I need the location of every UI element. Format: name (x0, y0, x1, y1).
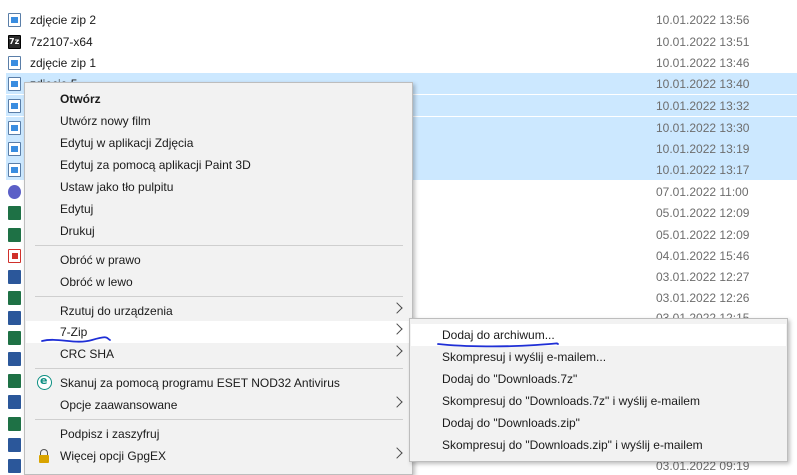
menu-item-label: Opcje zaawansowane (60, 398, 178, 412)
menu-item-label: Edytuj za pomocą aplikacji Paint 3D (60, 158, 251, 172)
menu-item-open[interactable]: Otwórz (26, 88, 411, 110)
menu-item-label: Rzutuj do urządzenia (60, 304, 173, 318)
menu-separator (35, 296, 403, 297)
file-date: 10.01.2022 13:56 (656, 13, 750, 27)
chevron-right-icon (391, 302, 403, 314)
submenu-item-label: Skompresuj do "Downloads.zip" i wyślij e… (442, 438, 703, 452)
menu-separator (35, 245, 403, 246)
menu-item-cast[interactable]: Rzutuj do urządzenia (26, 300, 411, 322)
file-date: 10.01.2022 13:32 (656, 99, 750, 113)
menu-item-sign-encrypt[interactable]: Podpisz i zaszyfruj (26, 423, 411, 445)
file-date: 05.01.2022 12:09 (656, 228, 750, 242)
menu-separator (35, 419, 403, 420)
menu-item-label: Obróć w lewo (60, 275, 133, 289)
menu-separator (35, 368, 403, 369)
submenu-item-add-zip[interactable]: Dodaj do "Downloads.zip" (411, 412, 786, 434)
submenu-item-compress-email[interactable]: Skompresuj i wyślij e-mailem... (411, 346, 786, 368)
menu-item-crc-sha[interactable]: CRC SHA (26, 343, 411, 365)
excel-file-icon (8, 331, 21, 345)
file-row[interactable]: zdjęcie zip 1 10.01.2022 13:46 (6, 52, 797, 73)
file-name: 7z2107-x64 (30, 35, 93, 49)
word-file-icon (8, 352, 21, 366)
file-date: 07.01.2022 11:00 (656, 185, 749, 199)
lock-icon (39, 449, 49, 463)
7zip-exe-icon (8, 35, 21, 49)
menu-item-edit-photos[interactable]: Edytuj w aplikacji Zdjęcia (26, 132, 411, 154)
excel-file-icon (8, 206, 21, 220)
submenu-item-compress-7z-email[interactable]: Skompresuj do "Downloads.7z" i wyślij e-… (411, 390, 786, 412)
word-file-icon (8, 438, 21, 452)
file-date: 10.01.2022 13:51 (656, 35, 750, 49)
image-file-icon (8, 142, 21, 156)
file-date: 10.01.2022 13:19 (656, 142, 750, 156)
submenu-item-label: Dodaj do archiwum... (442, 328, 555, 342)
image-file-icon (8, 56, 21, 70)
submenu-item-label: Skompresuj i wyślij e-mailem... (442, 350, 607, 364)
file-date: 05.01.2022 12:09 (656, 206, 750, 220)
file-date: 10.01.2022 13:40 (656, 77, 750, 91)
menu-item-label: Więcej opcji GpgEX (60, 449, 167, 463)
menu-item-label: Utwórz nowy film (60, 114, 151, 128)
file-date: 10.01.2022 13:30 (656, 121, 750, 135)
submenu-item-label: Skompresuj do "Downloads.7z" i wyślij e-… (442, 394, 700, 408)
image-file-icon (8, 99, 21, 113)
submenu-item-add-7z[interactable]: Dodaj do "Downloads.7z" (411, 368, 786, 390)
menu-item-gpgex-more[interactable]: Więcej opcji GpgEX (26, 445, 411, 467)
file-date: 10.01.2022 13:17 (656, 163, 750, 177)
menu-item-label: Otwórz (60, 92, 101, 106)
menu-item-label: Edytuj w aplikacji Zdjęcia (60, 136, 194, 150)
file-date: 03.01.2022 12:27 (656, 270, 750, 284)
file-date: 03.01.2022 12:26 (656, 291, 750, 305)
menu-item-label: CRC SHA (60, 347, 115, 361)
chevron-right-icon (391, 447, 403, 459)
excel-file-icon (8, 228, 21, 242)
teams-file-icon (8, 185, 21, 199)
menu-item-7zip[interactable]: 7-Zip (26, 321, 411, 343)
pdf-file-icon (8, 249, 21, 263)
menu-item-label: Ustaw jako tło pulpitu (60, 180, 174, 194)
word-file-icon (8, 270, 21, 284)
menu-item-label: Edytuj (60, 202, 94, 216)
menu-item-edit-paint3d[interactable]: Edytuj za pomocą aplikacji Paint 3D (26, 154, 411, 176)
menu-item-print[interactable]: Drukuj (26, 220, 411, 242)
menu-item-label: 7-Zip (60, 325, 88, 339)
excel-file-icon (8, 374, 21, 388)
eset-icon (37, 374, 52, 390)
submenu-item-add-to-archive[interactable]: Dodaj do archiwum... (411, 324, 786, 346)
menu-item-rotate-left[interactable]: Obróć w lewo (26, 271, 411, 293)
word-file-icon (8, 311, 21, 325)
excel-file-icon (8, 417, 21, 431)
image-file-icon (8, 163, 21, 177)
context-menu: Otwórz Utwórz nowy film Edytuj w aplikac… (24, 82, 413, 475)
word-file-icon (8, 395, 21, 409)
menu-item-rotate-right[interactable]: Obróć w prawo (26, 249, 411, 271)
file-date: 04.01.2022 15:46 (656, 249, 750, 263)
file-name: zdjęcie zip 2 (30, 13, 97, 27)
menu-item-create-video[interactable]: Utwórz nowy film (26, 110, 411, 132)
submenu-item-compress-zip-email[interactable]: Skompresuj do "Downloads.zip" i wyślij e… (411, 434, 786, 456)
menu-item-label: Podpisz i zaszyfruj (60, 427, 160, 441)
menu-item-eset-scan[interactable]: Skanuj za pomocą programu ESET NOD32 Ant… (26, 372, 411, 394)
excel-file-icon (8, 291, 21, 305)
chevron-right-icon (391, 345, 403, 357)
menu-item-set-wallpaper[interactable]: Ustaw jako tło pulpitu (26, 176, 411, 198)
menu-item-advanced-options[interactable]: Opcje zaawansowane (26, 394, 411, 416)
menu-item-label: Obróć w prawo (60, 253, 141, 267)
menu-item-edit[interactable]: Edytuj (26, 198, 411, 220)
word-file-icon (8, 459, 21, 473)
chevron-right-icon (391, 396, 403, 408)
file-row[interactable]: 7z2107-x64 10.01.2022 13:51 (6, 31, 797, 52)
file-name: zdjęcie zip 1 (30, 56, 97, 70)
7zip-submenu: Dodaj do archiwum... Skompresuj i wyślij… (409, 318, 788, 462)
image-file-icon (8, 77, 21, 91)
submenu-item-label: Dodaj do "Downloads.7z" (442, 372, 578, 386)
file-row[interactable]: zdjęcie zip 2 10.01.2022 13:56 (6, 9, 797, 30)
image-file-icon (8, 121, 21, 135)
chevron-right-icon (391, 323, 403, 335)
file-date: 10.01.2022 13:46 (656, 56, 750, 70)
submenu-item-label: Dodaj do "Downloads.zip" (442, 416, 580, 430)
menu-item-label: Skanuj za pomocą programu ESET NOD32 Ant… (60, 376, 340, 390)
menu-item-label: Drukuj (60, 224, 95, 238)
image-file-icon (8, 13, 21, 27)
